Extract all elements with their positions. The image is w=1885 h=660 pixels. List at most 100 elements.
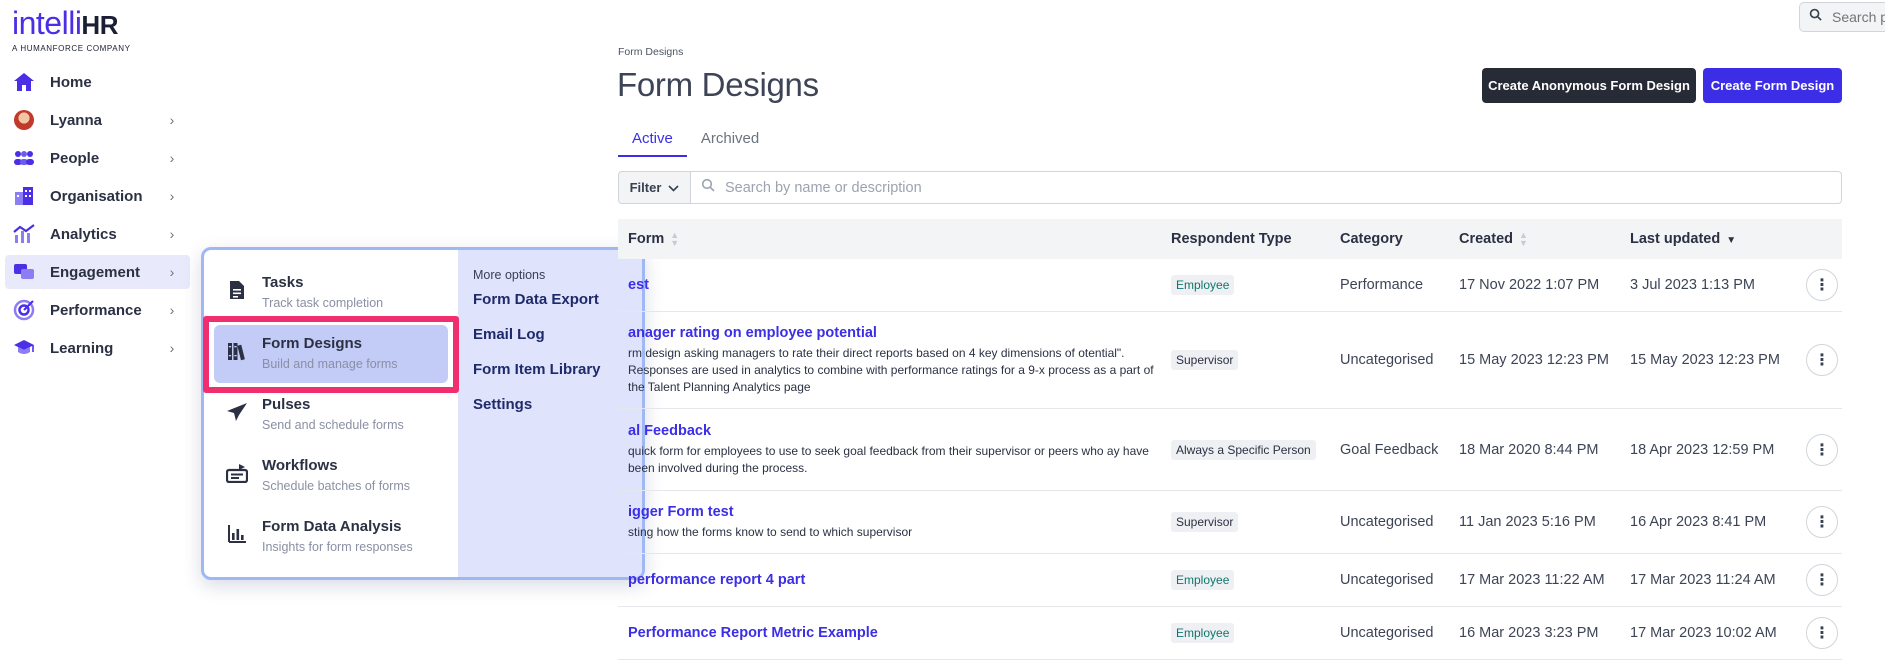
engagement-flyout-menu: Tasks Track task completion Form Designs…: [201, 247, 645, 580]
brand-name-bold: HR: [81, 10, 118, 40]
form-description: sting how the forms know to send to whic…: [628, 524, 913, 539]
sidebar-item-label: Organisation: [50, 187, 143, 205]
flyout-item-subtitle: Send and schedule forms: [262, 418, 404, 432]
more-actions-kebab-icon[interactable]: ⋮: [1806, 269, 1838, 301]
more-link-settings[interactable]: Settings: [473, 395, 642, 430]
created-cell: 17 Nov 2022 1:07 PM: [1459, 277, 1600, 293]
chevron-right-icon: ›: [169, 340, 175, 356]
table-row: Performance Report Metric Example Employ…: [618, 607, 1842, 660]
more-link-form-item-library[interactable]: Form Item Library: [473, 360, 642, 395]
sort-icon: ▲ ▼: [1519, 230, 1528, 249]
performance-icon: [12, 298, 36, 322]
sidebar-item-organisation[interactable]: Organisation ›: [5, 179, 190, 213]
flyout-item-workflows[interactable]: Workflows Schedule batches of forms: [214, 447, 448, 505]
engagement-icon: [12, 260, 36, 284]
flyout-item-tasks[interactable]: Tasks Track task completion: [214, 264, 448, 322]
table-row: est Employee Performance 17 Nov 2022 1:0…: [618, 259, 1842, 312]
more-actions-kebab-icon[interactable]: ⋮: [1806, 564, 1838, 596]
form-search-field[interactable]: [691, 171, 1842, 204]
respondent-type-badge: Employee: [1171, 570, 1235, 590]
form-description: quick form for employees to use to seek …: [628, 443, 1149, 475]
more-actions-kebab-icon[interactable]: ⋮: [1806, 344, 1838, 376]
form-name-link[interactable]: al Feedback: [628, 423, 1157, 439]
more-options-heading: More options: [473, 268, 546, 282]
table-row: igger Form test sting how the forms know…: [618, 491, 1842, 554]
filter-dropdown-button[interactable]: Filter: [618, 171, 691, 204]
column-header-respondent-type: Respondent Type: [1171, 231, 1292, 247]
sidebar-item-label: People: [50, 149, 100, 167]
chevron-right-icon: ›: [169, 112, 175, 128]
more-link-email-log[interactable]: Email Log: [473, 325, 642, 360]
form-name-link[interactable]: anager rating on employee potential: [628, 325, 1157, 341]
user-avatar: [12, 108, 36, 132]
category-cell: Uncategorised: [1340, 625, 1434, 641]
sidebar-item-engagement[interactable]: Engagement ›: [5, 255, 190, 289]
created-cell: 17 Mar 2023 11:22 AM: [1459, 572, 1605, 588]
filter-bar: Filter: [618, 171, 1842, 204]
tab-active[interactable]: Active: [618, 130, 687, 157]
sidebar-item-people[interactable]: People ›: [5, 141, 190, 175]
form-description: rm design asking managers to rate their …: [628, 345, 1154, 394]
global-search[interactable]: [1799, 2, 1885, 32]
search-icon: [1809, 8, 1822, 26]
analytics-icon: [12, 222, 36, 246]
create-form-design-button[interactable]: Create Form Design: [1703, 68, 1842, 103]
chevron-right-icon: ›: [169, 264, 175, 280]
column-header-category: Category: [1340, 231, 1403, 247]
flyout-item-title: Workflows: [262, 457, 338, 474]
filter-label: Filter: [629, 180, 662, 195]
chevron-right-icon: ›: [169, 302, 175, 318]
respondent-type-badge: Employee: [1171, 623, 1235, 643]
form-name-link[interactable]: Performance Report Metric Example: [628, 625, 1157, 641]
sidebar-item-label: Lyanna: [50, 111, 102, 129]
brand-tagline: A HUMANFORCE COMPANY: [12, 44, 131, 53]
table-row: anager rating on employee potential rm d…: [618, 312, 1842, 409]
task-document-icon: [226, 278, 248, 302]
chevron-down-icon: [668, 180, 679, 195]
flyout-item-title: Tasks: [262, 274, 304, 291]
bar-chart-icon: [226, 522, 248, 546]
more-actions-kebab-icon[interactable]: ⋮: [1806, 506, 1838, 538]
search-icon: [701, 178, 715, 197]
form-name-link[interactable]: est: [628, 277, 1157, 293]
more-actions-kebab-icon[interactable]: ⋮: [1806, 617, 1838, 649]
sidebar-item-performance[interactable]: Performance ›: [5, 293, 190, 327]
sidebar-item-lyanna[interactable]: Lyanna ›: [5, 103, 190, 137]
table-header: Form ▲ ▼ Respondent Type Category Created ▲…: [618, 219, 1842, 259]
last-updated-cell: 17 Mar 2023 10:02 AM: [1630, 625, 1777, 641]
respondent-type-badge: Supervisor: [1171, 350, 1239, 370]
respondent-type-badge: Always a Specific Person: [1171, 439, 1316, 460]
sidebar-item-home[interactable]: Home: [5, 65, 190, 99]
flyout-item-form-designs[interactable]: Form Designs Build and manage forms: [214, 325, 448, 383]
flyout-primary-list: Tasks Track task completion Form Designs…: [204, 250, 458, 577]
more-link-form-data-export[interactable]: Form Data Export: [473, 290, 642, 325]
chevron-right-icon: ›: [169, 226, 175, 242]
sidebar-nav: Home Lyanna › People › Organisation › An…: [5, 65, 190, 369]
tab-archived[interactable]: Archived: [687, 130, 773, 157]
breadcrumb[interactable]: Form Designs: [618, 46, 683, 58]
category-cell: Uncategorised: [1340, 572, 1434, 588]
flyout-item-form-data-analysis[interactable]: Form Data Analysis Insights for form res…: [214, 508, 448, 566]
respondent-type-badge: Employee: [1171, 275, 1235, 295]
column-header-last-updated[interactable]: Last updated ▼: [1630, 231, 1802, 247]
brand-logo[interactable]: intelliHR A HUMANFORCE COMPANY: [12, 6, 142, 56]
chevron-right-icon: ›: [169, 150, 175, 166]
global-search-input[interactable]: [1832, 9, 1885, 25]
sidebar-item-learning[interactable]: Learning ›: [5, 331, 190, 365]
more-actions-kebab-icon[interactable]: ⋮: [1806, 433, 1838, 466]
flyout-item-subtitle: Build and manage forms: [262, 357, 398, 371]
column-header-form[interactable]: Form ▲ ▼: [618, 231, 1171, 247]
home-icon: [12, 70, 36, 94]
create-anonymous-form-design-button[interactable]: Create Anonymous Form Design: [1482, 68, 1696, 103]
category-cell: Performance: [1340, 277, 1424, 293]
flyout-item-pulses[interactable]: Pulses Send and schedule forms: [214, 386, 448, 444]
paper-plane-icon: [226, 400, 248, 424]
column-header-created[interactable]: Created ▲ ▼: [1459, 230, 1630, 249]
form-name-link[interactable]: igger Form test: [628, 504, 1157, 520]
sidebar-item-analytics[interactable]: Analytics ›: [5, 217, 190, 251]
form-search-input[interactable]: [725, 179, 1841, 196]
form-name-link[interactable]: performance report 4 part: [628, 572, 1157, 588]
sidebar-item-label: Performance: [50, 301, 142, 319]
sidebar-item-label: Home: [50, 73, 92, 91]
category-cell: Goal Feedback: [1340, 441, 1439, 458]
